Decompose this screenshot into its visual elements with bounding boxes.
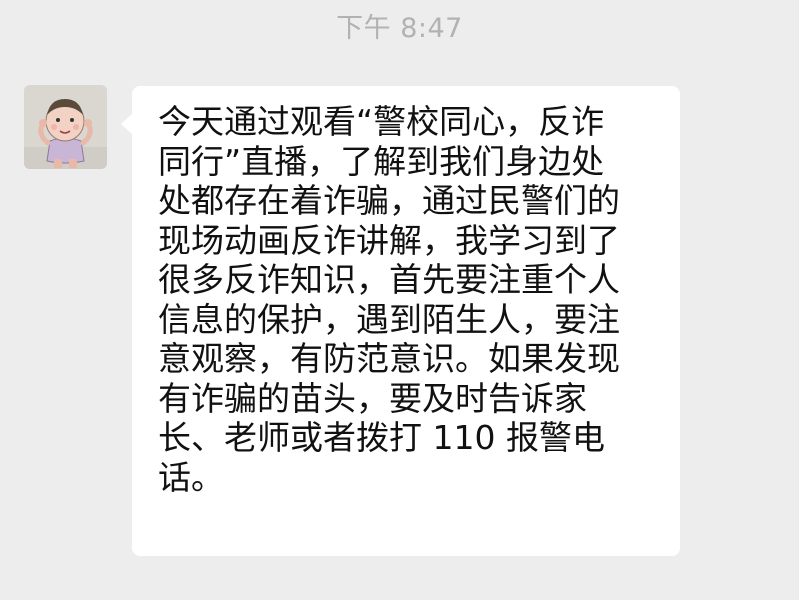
message-text: 今天通过观看“警校同心，反诈 同行”直播，了解到我们身边处 处都存在着诈骗，通过…	[158, 102, 620, 497]
bubble-tail	[121, 113, 133, 135]
message-timestamp: 下午 8:47	[336, 13, 463, 44]
message-bubble[interactable]: 今天通过观看“警校同心，反诈 同行”直播，了解到我们身边处 处都存在着诈骗，通过…	[121, 86, 680, 556]
cartoon-child-avatar-icon	[24, 85, 107, 169]
avatar[interactable]	[24, 85, 107, 169]
